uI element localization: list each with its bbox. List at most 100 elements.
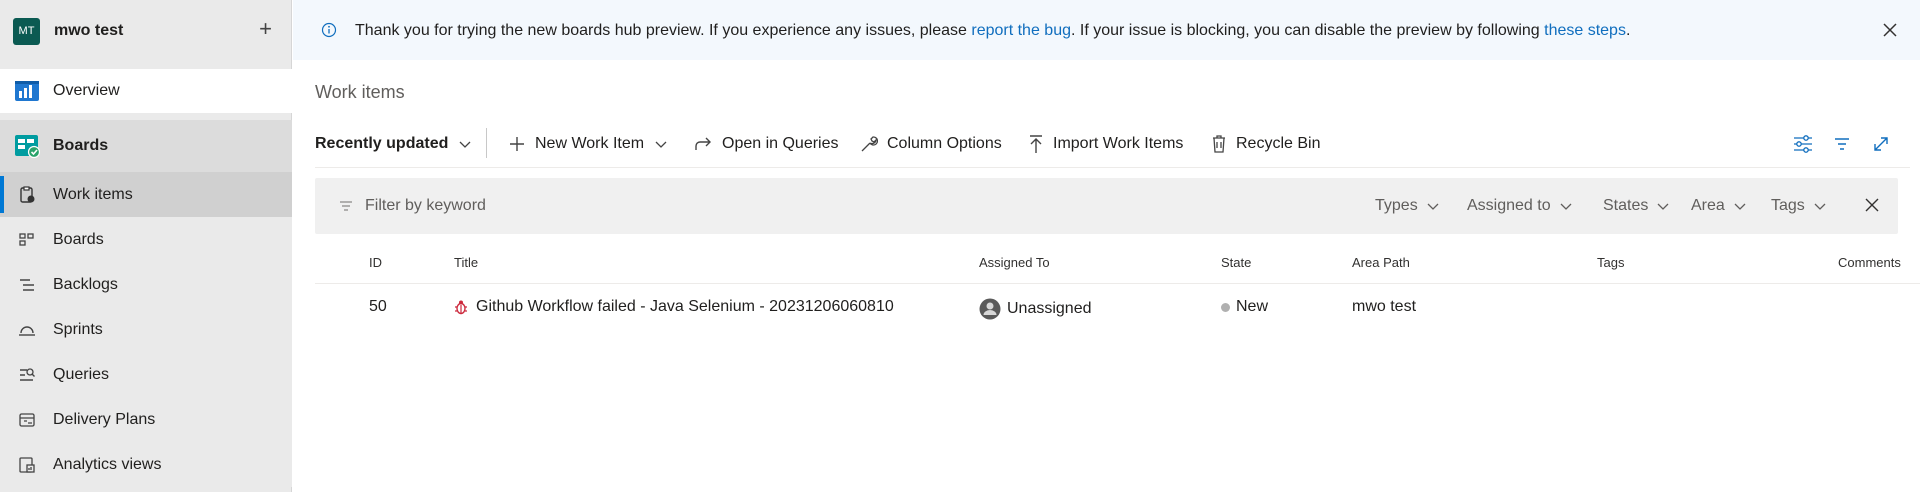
open-in-queries-button[interactable]: Open in Queries [693,132,839,156]
filter-pill-label: Types [1375,197,1418,214]
recycle-bin-icon [1213,135,1225,153]
nav-overview-label: Overview [53,82,120,99]
add-icon[interactable]: + [259,18,272,40]
info-icon [321,22,337,38]
filter-states[interactable]: States [1603,197,1670,215]
project-avatar: MT [13,17,40,45]
analytics-views-icon [19,456,35,473]
sidebar: MT mwo test + Overview Boards Work items… [0,0,292,492]
grid-header: ID Title Assigned To State Area Path Tag… [293,250,1920,284]
backlogs-icon [20,278,34,291]
grid-header-divider [315,283,1920,284]
sprints-icon [19,325,35,336]
toolbar-divider-line [315,167,1910,168]
nav-overview[interactable]: Overview [0,69,292,113]
filter-pill-label: Tags [1771,197,1805,214]
sidebar-item-boards[interactable]: Boards [0,217,292,262]
sidebar-item-label: Queries [53,365,110,383]
redirect-arrow-icon [695,137,711,150]
sidebar-item-delivery-plans[interactable]: Delivery Plans [0,397,292,442]
cell-title[interactable]: Github Workflow failed - Java Selenium -… [454,298,894,316]
chevron-down-icon [459,141,471,148]
sidebar-item-label: Backlogs [53,275,118,293]
filter-icon[interactable] [1833,135,1851,153]
cell-id: 50 [369,298,387,315]
delivery-plans-icon [19,412,35,427]
plus-icon [510,137,524,151]
work-item-title-link[interactable]: Github Workflow failed - Java Selenium -… [476,298,894,316]
banner-message: Thank you for trying the new boards hub … [355,22,1630,40]
page-title: Work items [315,82,405,102]
view-selector-button[interactable]: Recently updated [315,132,472,156]
filter-pill-label: Assigned to [1467,197,1551,214]
column-options-label: Column Options [887,135,1002,152]
filter-pill-label: States [1603,197,1649,214]
assigned-to-value: Unassigned [1007,300,1092,317]
avatar-icon [979,298,1001,320]
report-bug-link[interactable]: report the bug [971,22,1071,39]
filter-types[interactable]: Types [1375,197,1440,215]
filter-tags[interactable]: Tags [1771,197,1827,215]
cell-state: New [1221,298,1268,316]
bug-icon [455,300,467,315]
sidebar-item-label: Delivery Plans [53,410,156,428]
open-in-queries-label: Open in Queries [722,135,839,152]
chevron-down-icon [655,141,667,148]
cell-area-path: mwo test [1352,298,1417,315]
keyword-filter-input[interactable]: Filter by keyword [365,197,486,215]
state-value: New [1236,298,1269,315]
main-content: Thank you for trying the new boards hub … [293,0,1920,492]
nav-boards-hub[interactable]: Boards [0,120,292,172]
sidebar-item-analytics-views[interactable]: Analytics views [0,442,292,487]
queries-icon [20,367,35,381]
sidebar-item-work-items[interactable]: Work items [0,172,292,217]
filter-area[interactable]: Area [1691,197,1747,215]
preview-banner: Thank you for trying the new boards hub … [293,0,1920,60]
sidebar-item-label: Analytics views [53,455,162,473]
chevron-down-icon [1427,203,1439,210]
view-selector-label: Recently updated [315,135,449,152]
wrench-icon [861,136,878,152]
recycle-bin-button[interactable]: Recycle Bin [1211,132,1320,156]
column-header-state[interactable]: State [1221,255,1251,270]
boards-hub-icon [15,135,40,159]
state-indicator-icon [1221,302,1230,312]
sidebar-item-label: Work items [53,185,133,203]
import-work-items-button[interactable]: Import Work Items [1028,132,1183,156]
filter-assigned-to[interactable]: Assigned to [1467,197,1573,215]
these-steps-link[interactable]: these steps [1544,22,1626,39]
column-header-id[interactable]: ID [369,255,382,270]
toolbar: Recently updated New Work Item Open in Q… [293,120,1920,168]
sidebar-item-queries[interactable]: Queries [0,352,292,397]
column-header-comments[interactable]: Comments [1838,255,1901,270]
filter-icon [340,201,352,211]
banner-text: . [1625,22,1631,39]
chevron-down-icon [1657,203,1669,210]
boards-icon [19,232,34,246]
expand-icon[interactable] [1872,135,1890,153]
sidebar-item-sprints[interactable]: Sprints [0,307,292,352]
banner-text: Thank you for trying the new boards hub … [355,22,972,39]
column-header-area-path[interactable]: Area Path [1352,255,1410,270]
column-header-title[interactable]: Title [454,255,478,270]
nav-boards-hub-label: Boards [53,137,109,154]
view-options-icon[interactable] [1792,134,1814,154]
upload-arrow-icon [1030,135,1042,153]
toolbar-divider [486,128,487,158]
close-icon[interactable] [1882,22,1898,38]
clear-filter-icon[interactable] [1864,197,1880,213]
column-header-tags[interactable]: Tags [1597,255,1624,270]
new-work-item-button[interactable]: New Work Item [508,132,668,156]
project-header[interactable]: MT mwo test + [0,0,292,62]
import-work-items-label: Import Work Items [1053,135,1184,152]
chevron-down-icon [1814,203,1826,210]
table-row[interactable]: 50 Github Workflow failed - Java Seleniu… [293,288,1920,328]
new-work-item-label: New Work Item [535,135,645,152]
column-options-button[interactable]: Column Options [860,132,1002,156]
sidebar-item-backlogs[interactable]: Backlogs [0,262,292,307]
overview-icon [15,81,39,101]
project-name[interactable]: mwo test [54,22,123,40]
sidebar-item-label: Boards [53,230,104,248]
column-header-assigned-to[interactable]: Assigned To [979,255,1050,270]
recycle-bin-label: Recycle Bin [1236,135,1321,152]
